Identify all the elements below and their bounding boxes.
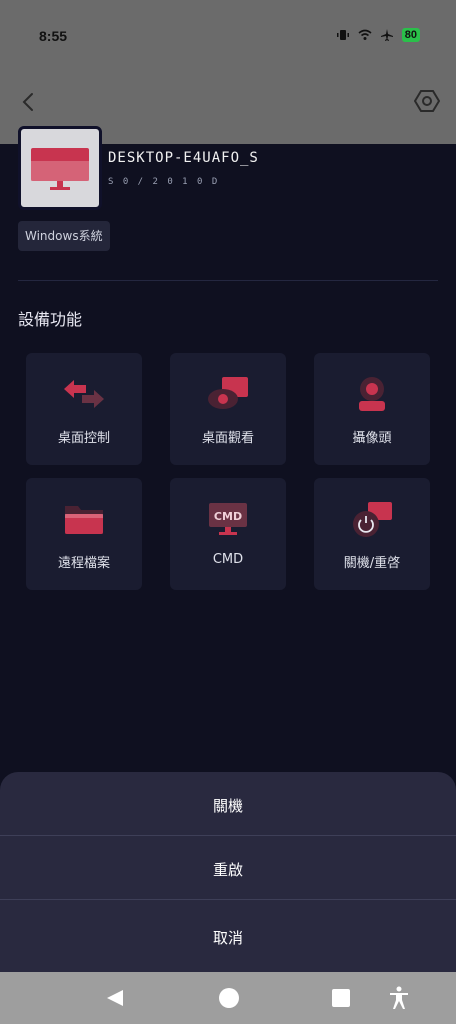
webcam-icon [359, 377, 385, 411]
tile-label: 攝像頭 [352, 431, 392, 446]
device-subtitle: S 0 / 2 0 1 0 D [108, 177, 220, 187]
wifi-icon [358, 29, 372, 40]
sheet-divider [0, 835, 456, 836]
nav-recents-icon[interactable] [332, 989, 350, 1007]
status-bar: 8:55 80 [0, 0, 456, 72]
tile-remote-control[interactable]: 桌面控制 [26, 353, 142, 465]
cancel-option[interactable]: 取消 [0, 927, 456, 948]
tile-remote-files[interactable]: 遠程檔案 [26, 478, 142, 590]
divider [18, 280, 438, 281]
tile-screen-view[interactable]: 桌面觀看 [170, 353, 286, 465]
status-time: 8:55 [39, 28, 68, 44]
tile-cmd[interactable]: CMD CMD [170, 478, 286, 590]
folder-icon [65, 506, 103, 534]
section-title: 設備功能 [18, 310, 83, 329]
vibrate-icon [336, 30, 349, 40]
tile-label: 遠程檔案 [57, 556, 110, 571]
system-nav-bar [0, 972, 456, 1024]
tile-label: CMD [212, 552, 244, 567]
airplane-icon [380, 29, 393, 41]
power-icon [353, 502, 392, 537]
battery-level: 80 [401, 28, 420, 42]
tile-label: 桌面控制 [57, 431, 110, 446]
tile-webcam[interactable]: 攝像頭 [314, 353, 430, 465]
tile-label: 桌面觀看 [201, 431, 254, 446]
chevron-left-icon[interactable] [14, 88, 42, 116]
cmd-monitor-icon: CMD [209, 503, 247, 535]
nav-home-icon[interactable] [219, 988, 239, 1008]
hexagon-settings-icon[interactable] [414, 88, 440, 114]
monitor-icon [31, 148, 89, 190]
screen-view-eye-icon [208, 377, 248, 409]
sheet-divider [0, 899, 456, 900]
device-name: DESKTOP-E4UAFO_S [108, 150, 259, 166]
function-grid: 桌面控制 桌面觀看 攝像頭 遠程檔案 CMD CMD 關機/重啓 [26, 353, 430, 590]
accessibility-icon[interactable] [388, 986, 410, 1010]
tile-power[interactable]: 關機/重啓 [314, 478, 430, 590]
action-sheet: 關機 重啟 取消 [0, 772, 456, 972]
tile-label: 關機/重啓 [343, 556, 401, 571]
device-thumbnail [18, 126, 102, 210]
remote-control-arrows-icon [64, 380, 104, 408]
restart-option[interactable]: 重啟 [0, 859, 456, 880]
shutdown-option[interactable]: 關機 [0, 795, 456, 816]
status-icons: 80 [336, 28, 420, 42]
os-badge: Windows系統 [18, 221, 110, 251]
svg-text:CMD: CMD [214, 510, 242, 523]
nav-back-icon[interactable] [105, 988, 125, 1008]
